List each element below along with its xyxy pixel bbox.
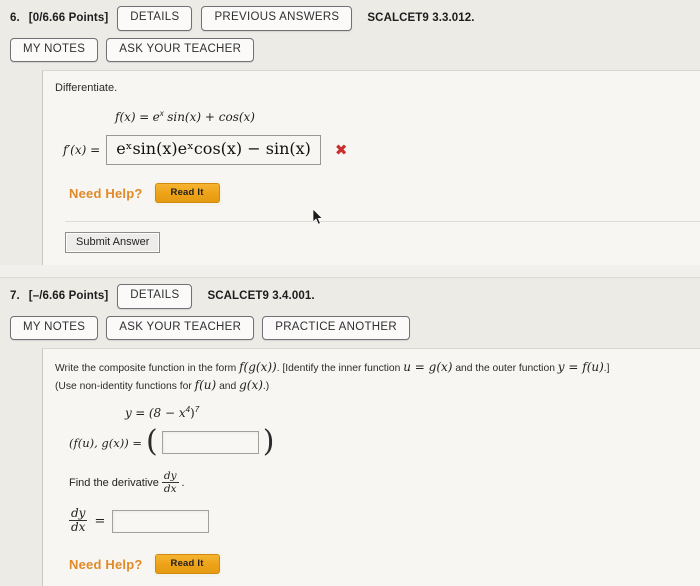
problem-gap — [0, 265, 700, 278]
problem-7-prompt: Write the composite function in the form… — [55, 360, 610, 392]
problem-6-content: Differentiate. f(x) = ex sin(x) + cos(x)… — [42, 70, 700, 266]
find-derivative-period: . — [181, 477, 185, 490]
problem-6-answer-row: f′(x) = eˣsin(x)eˣcos(x) − sin(x) ✖ — [63, 134, 700, 166]
equation-exponent: x — [159, 108, 164, 118]
equation7-outer-exponent: 7 — [194, 405, 200, 415]
problem-7-content: Write the composite function in the form… — [42, 348, 700, 586]
dy-dx-fraction-inline: dy dx — [161, 469, 179, 495]
equation-equals: = — [139, 109, 150, 124]
fraction-numerator-2: dy — [71, 505, 86, 520]
details-button-6[interactable]: DETAILS — [117, 6, 193, 31]
equation-lhs: f(x) — [115, 109, 136, 124]
problem-7-number: 7. — [10, 290, 20, 303]
problem-7-derivative-row: dy dx = — [69, 505, 700, 537]
need-help-label-6: Need Help? — [69, 185, 143, 201]
dy-dx-fraction: dy dx — [69, 505, 88, 536]
problem-7-tool-row: MY NOTES ASK YOUR TEACHER PRACTICE ANOTH… — [0, 312, 700, 349]
ask-your-teacher-button-7[interactable]: ASK YOUR TEACHER — [106, 315, 255, 341]
need-help-label-7: Need Help? — [69, 556, 143, 572]
close-paren: ) — [262, 423, 275, 459]
details-button-7[interactable]: DETAILS — [117, 284, 193, 309]
fg-label: (f(u), g(x)) = — [69, 435, 143, 450]
problem-6-header: 6. [0/6.66 Points] DETAILS PREVIOUS ANSW… — [0, 0, 700, 35]
equation7-rhs-base: (8 − x — [148, 406, 186, 421]
fraction-numerator: dy — [163, 469, 177, 482]
problem-6-number: 6. — [10, 12, 20, 25]
read-it-button-7[interactable]: Read It — [154, 554, 220, 575]
problem-7-points: [–/6.66 Points] — [28, 290, 109, 303]
my-notes-button-7[interactable]: MY NOTES — [10, 315, 99, 341]
open-paren: ( — [146, 423, 158, 459]
previous-answers-button-6[interactable]: PREVIOUS ANSWERS — [201, 6, 353, 31]
equation-base: e — [152, 109, 160, 124]
find-derivative-text: Find the derivative — [69, 477, 159, 490]
problem-6-equation: f(x) = ex sin(x) + cos(x) — [115, 109, 700, 124]
my-notes-button-6[interactable]: MY NOTES — [10, 37, 99, 62]
problem-7-header: 7. [–/6.66 Points] DETAILS SCALCET9 3.4.… — [0, 278, 700, 313]
problem-7-fg-row: (f(u), g(x)) = ( ) — [69, 423, 700, 459]
practice-another-button-7[interactable]: PRACTICE ANOTHER — [262, 315, 410, 341]
ask-your-teacher-button-6[interactable]: ASK YOUR TEACHER — [106, 37, 255, 62]
problem-7-code: SCALCET9 3.4.001. — [207, 290, 315, 303]
problem-6-code: SCALCET9 3.3.012. — [367, 12, 475, 25]
problem-block-6: 6. [0/6.66 Points] DETAILS PREVIOUS ANSW… — [0, 0, 700, 266]
problem-6-submit-wrap: Submit Answer — [65, 221, 700, 254]
equation7-lhs: y — [125, 406, 132, 421]
incorrect-mark-icon: ✖ — [334, 140, 348, 159]
problem-7-need-help-row: Need Help? Read It — [69, 554, 700, 575]
problem-7-find-derivative-label: Find the derivative dy dx . — [69, 469, 700, 496]
problem-7-equation: y = (8 − x4)7 — [125, 405, 700, 420]
equation7-equals: = — [135, 406, 146, 421]
read-it-button-6[interactable]: Read It — [154, 183, 220, 204]
problem-6-points: [0/6.66 Points] — [28, 12, 109, 25]
problem-6-need-help-row: Need Help? Read It — [69, 183, 700, 204]
problem-6-prompt: Differentiate. — [55, 82, 118, 94]
fraction-denominator-2: dx — [69, 520, 88, 535]
answer-input-6[interactable]: eˣsin(x)eˣcos(x) − sin(x) — [106, 134, 321, 166]
fraction-denominator: dx — [161, 481, 179, 495]
problem-block-7: 7. [–/6.66 Points] DETAILS SCALCET9 3.4.… — [0, 278, 700, 586]
derivative-equals: = — [94, 514, 106, 530]
fg-input[interactable] — [161, 431, 259, 455]
answer-label: f′(x) = — [63, 142, 101, 157]
equation-rest: sin(x) + cos(x) — [167, 109, 255, 124]
problem-6-tool-row: MY NOTES ASK YOUR TEACHER — [0, 34, 700, 70]
submit-answer-button-6[interactable]: Submit Answer — [65, 232, 161, 254]
derivative-input[interactable] — [112, 510, 210, 534]
